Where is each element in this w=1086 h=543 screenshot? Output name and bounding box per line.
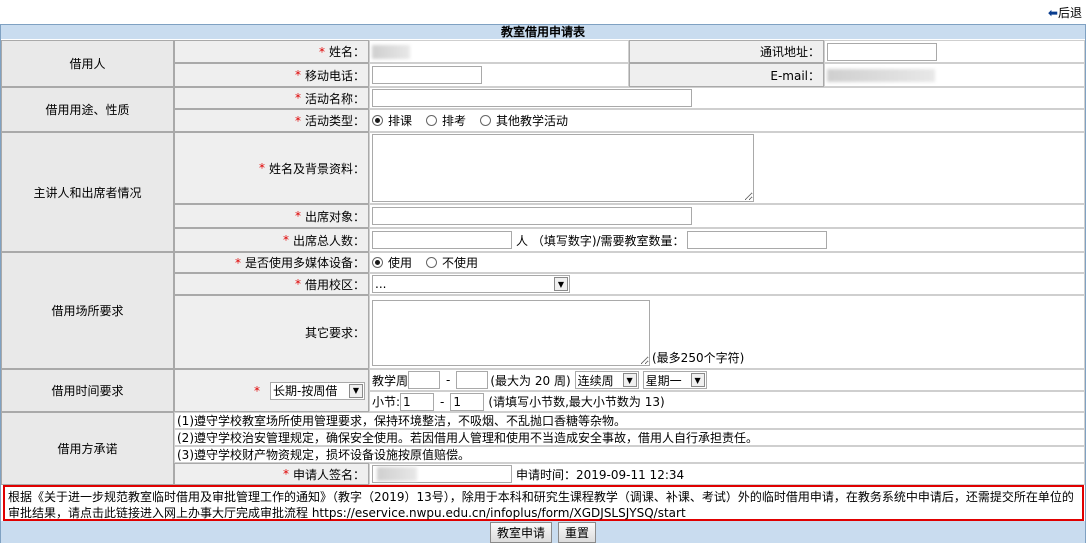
applicant-sign-field[interactable] — [372, 465, 512, 483]
email-label: E-mail： — [629, 63, 824, 87]
week-label: 教学周 — [372, 373, 409, 388]
section-venue: 借用场所要求 — [1, 252, 174, 369]
activity-type-options: 排课 排考 其他教学活动 — [369, 109, 1085, 132]
section-speaker: 主讲人和出席者情况 — [1, 132, 174, 252]
audience-label: * 出席对象： — [174, 204, 369, 228]
approval-notice[interactable]: 根据《关于进一步规范教室临时借用及审批管理工作的通知》（教字（2019）13号）… — [3, 485, 1084, 521]
weekday-select[interactable]: 星期一 ▼ — [642, 371, 707, 389]
activity-type-radio-exam[interactable]: 排考 — [426, 112, 466, 129]
applicant-sign-cell: 申请时间：2019-09-11 12:34 — [369, 463, 1085, 485]
radio-empty-icon — [426, 115, 438, 126]
radio-empty-icon — [480, 115, 492, 126]
week-type-select[interactable]: 连续周 ▼ — [574, 371, 639, 389]
chevron-down-icon: ▼ — [349, 383, 363, 398]
room-count-input[interactable] — [686, 231, 827, 249]
other-req-label: 其它要求： — [174, 295, 369, 369]
email-field[interactable] — [824, 63, 1085, 87]
button-row: 教室申请 重置 — [1, 521, 1085, 543]
week-from-input[interactable] — [408, 371, 441, 389]
campus-select[interactable]: ... ▼ — [372, 275, 570, 293]
audience-cell — [369, 204, 1085, 228]
campus-cell: ... ▼ — [369, 273, 1085, 295]
speaker-info-label: * 姓名及背景资料： — [174, 132, 369, 204]
section-promise: 借用方承诺 — [1, 412, 174, 485]
applicant-sign-label: * 申请人签名： — [174, 463, 369, 485]
activity-type-radio-other[interactable]: 其他教学活动 — [480, 112, 568, 129]
reset-button[interactable]: 重置 — [558, 521, 597, 543]
promise-item: (3)遵守学校财产物资规定，损坏设备设施按原值赔偿。 — [174, 446, 1085, 463]
multimedia-radio-use[interactable]: 使用 — [372, 254, 412, 271]
other-req-hint: (最多250个字符) — [652, 351, 745, 365]
mobile-input[interactable] — [372, 66, 482, 84]
audience-input[interactable] — [372, 207, 692, 225]
period-to-input[interactable] — [450, 392, 485, 411]
mobile-cell — [369, 63, 629, 87]
section-borrower: 借用人 — [1, 40, 174, 87]
period-row: 小节: - (请填写小节数,最大小节数为 13) — [369, 391, 1085, 412]
radio-empty-icon — [426, 257, 438, 268]
campus-label: * 借用校区： — [174, 273, 369, 295]
name-field[interactable] — [369, 40, 629, 63]
period-label: 小节: — [372, 395, 401, 409]
time-mode-select[interactable]: 长期-按周借 ▼ — [270, 381, 365, 400]
address-input[interactable] — [827, 42, 937, 61]
section-time: 借用时间要求 — [1, 369, 174, 412]
week-row: 教学周 - (最大为 20 周) 连续周 ▼ 星期一 ▼ — [369, 369, 1085, 391]
radio-selected-icon — [372, 115, 383, 126]
radio-selected-icon — [372, 257, 383, 268]
form-title: 教室借用申请表 — [1, 25, 1085, 39]
promise-item: (2)遵守学校治安管理规定，确保安全使用。若因借用人管理和使用不当造成安全事故，… — [174, 429, 1085, 446]
activity-type-label: * 活动类型： — [174, 109, 369, 132]
attendees-input[interactable] — [372, 231, 512, 249]
name-redacted — [372, 44, 410, 59]
period-dash: - — [440, 394, 445, 409]
mobile-label: * 移动电话： — [174, 63, 369, 87]
period-hint: (请填写小节数,最大小节数为 13) — [488, 395, 665, 409]
speaker-info-textarea[interactable] — [372, 134, 754, 202]
chevron-down-icon: ▼ — [690, 373, 705, 387]
applicant-name-redacted — [377, 467, 417, 481]
back-link[interactable]: ⬅后退 — [1048, 4, 1082, 21]
attendees-cell: 人 （填写数字)/需要教室数量： — [369, 228, 1085, 252]
name-label: * 姓名： — [174, 40, 369, 63]
speaker-info-cell — [369, 132, 1085, 204]
attendees-label: * 出席总人数： — [174, 228, 369, 252]
section-purpose: 借用用途、性质 — [1, 87, 174, 132]
email-redacted — [827, 68, 935, 82]
activity-name-label: * 活动名称： — [174, 87, 369, 109]
back-arrow-icon: ⬅ — [1047, 6, 1058, 20]
week-dash: - — [446, 373, 451, 387]
week-to-input[interactable] — [456, 371, 489, 389]
multimedia-label: * 是否使用多媒体设备： — [174, 252, 369, 273]
top-bar: ⬅后退 — [0, 0, 1086, 24]
promise-item: (1)遵守学校教室场所使用管理要求，保持环境整洁，不吸烟、不乱抛口香糖等杂物。 — [174, 412, 1085, 429]
address-label: 通讯地址： — [629, 40, 824, 63]
period-from-input[interactable] — [400, 392, 435, 411]
activity-type-radio-course[interactable]: 排课 — [372, 112, 412, 129]
back-label: 后退 — [1057, 6, 1082, 20]
chevron-down-icon: ▼ — [554, 277, 568, 291]
other-req-cell: (最多250个字符) — [369, 295, 1085, 369]
other-req-textarea[interactable] — [372, 300, 650, 366]
chevron-down-icon: ▼ — [622, 373, 637, 387]
submit-button[interactable]: 教室申请 — [489, 521, 552, 543]
multimedia-radio-not-use[interactable]: 不使用 — [426, 254, 478, 271]
apply-time-label: 申请时间：2019-09-11 12:34 — [516, 467, 685, 482]
activity-name-cell — [369, 87, 1085, 109]
multimedia-options: 使用 不使用 — [369, 252, 1085, 273]
address-cell — [824, 40, 1085, 63]
attendees-suffix: 人 （填写数字)/需要教室数量： — [516, 233, 685, 248]
week-hint: (最大为 20 周) — [490, 373, 571, 388]
activity-name-input[interactable] — [372, 89, 692, 107]
time-mode-cell: * 长期-按周借 ▼ — [174, 369, 369, 412]
